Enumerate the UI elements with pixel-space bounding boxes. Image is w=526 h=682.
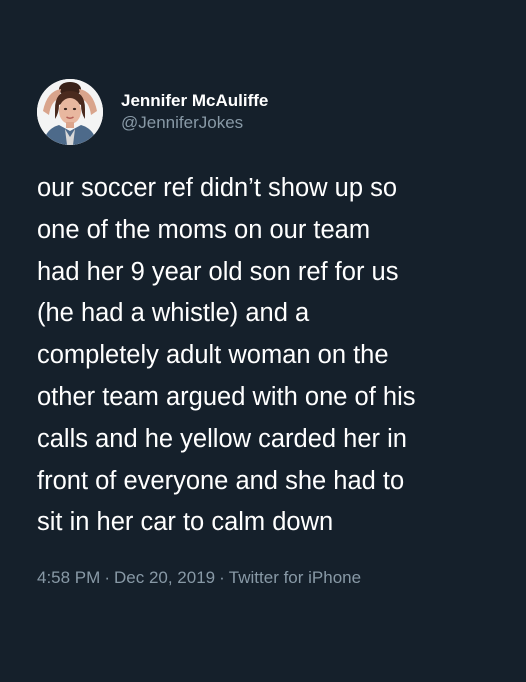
author-display-name[interactable]: Jennifer McAuliffe — [121, 90, 268, 112]
meta-separator: · — [219, 568, 225, 587]
author-names: Jennifer McAuliffe @JenniferJokes — [121, 90, 268, 134]
tweet-date[interactable]: Dec 20, 2019 — [114, 568, 215, 587]
tweet-metadata: 4:58 PM · Dec 20, 2019 · Twitter for iPhone — [37, 566, 361, 590]
author-handle[interactable]: @JenniferJokes — [121, 112, 268, 134]
tweet-header: Jennifer McAuliffe @JenniferJokes — [37, 77, 268, 147]
tweet-text: our soccer ref didn’t show up so one of … — [37, 174, 416, 537]
tweet-time[interactable]: 4:58 PM — [37, 568, 100, 587]
user-avatar-icon — [37, 79, 103, 145]
tweet-card: Jennifer McAuliffe @JenniferJokes our so… — [0, 0, 526, 682]
avatar[interactable] — [37, 79, 103, 145]
meta-separator: · — [104, 568, 110, 587]
tweet-source[interactable]: Twitter for iPhone — [229, 568, 361, 587]
